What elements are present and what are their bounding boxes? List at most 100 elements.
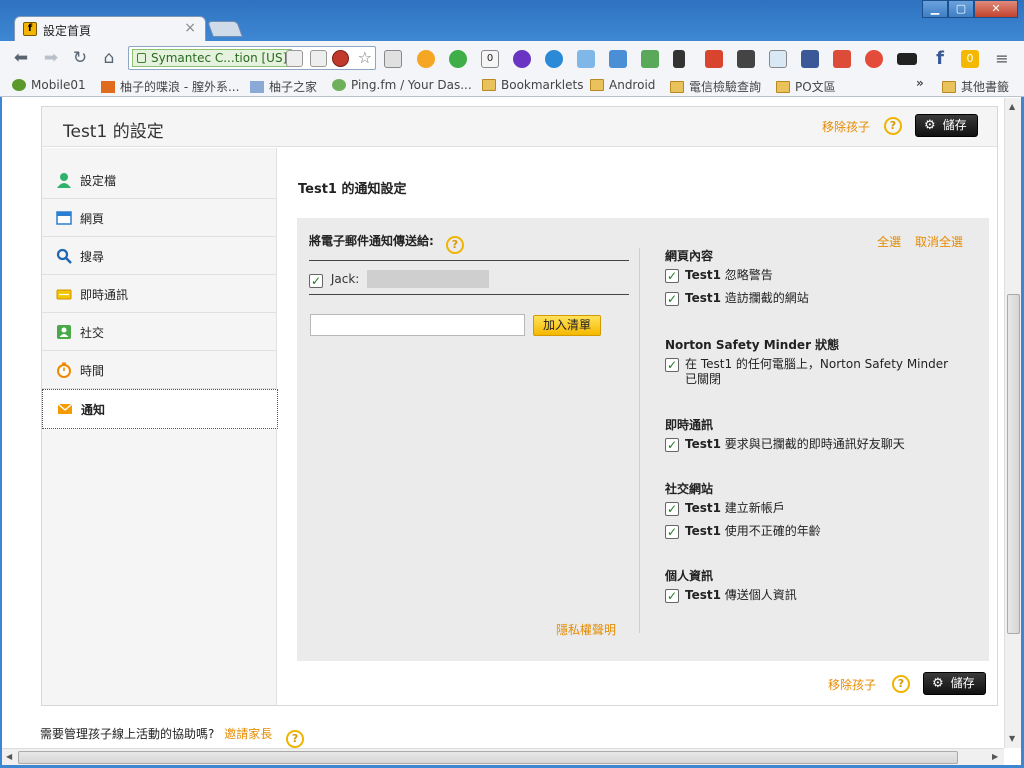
option-checkbox[interactable]: ✓	[665, 438, 679, 452]
calendar-extension-icon[interactable]	[384, 50, 402, 68]
remove-child-link-bottom[interactable]: 移除孩子	[828, 676, 876, 693]
forward-arrow-icon[interactable]: ➡	[41, 48, 61, 68]
google-plus-icon[interactable]	[833, 50, 851, 68]
home-icon[interactable]: ⌂	[99, 48, 119, 68]
maximize-button[interactable]: ▢	[948, 0, 974, 18]
save-button[interactable]: ⚙ 儲存	[915, 114, 978, 137]
group-title-nsm-status: Norton Safety Minder 狀態	[665, 338, 840, 352]
help-icon[interactable]: ?	[884, 117, 902, 135]
reload-icon[interactable]: ↻	[70, 48, 90, 68]
option-send-personal-info[interactable]: ✓ Test1 傳送個人資訊	[665, 588, 955, 603]
t-extension-icon[interactable]	[545, 50, 563, 68]
help-icon[interactable]: ?	[446, 236, 464, 254]
address-bar[interactable]: Symantec C...tion [US] ☆	[128, 46, 376, 70]
option-visit-blocked-site[interactable]: ✓ Test1 造訪攔截的網站	[665, 291, 955, 306]
select-all-link[interactable]: 全選	[877, 235, 901, 249]
parent-help-row: 需要管理孩子線上活動的協助嗎? 邀請家長 ?	[40, 725, 305, 748]
gear-icon: ⚙	[932, 676, 944, 691]
sidebar-item-notifications[interactable]: 通知	[42, 389, 278, 429]
option-ignore-warning[interactable]: ✓ Test1 忽略警告	[665, 268, 955, 283]
email-input[interactable]	[310, 314, 525, 336]
sidebar-item-search[interactable]: 搜尋	[42, 237, 277, 275]
new-tab-button[interactable]	[207, 21, 243, 37]
recipient-checkbox[interactable]: ✓	[309, 274, 323, 288]
page-action-icon[interactable]	[310, 50, 327, 67]
save-label: 儲存	[950, 676, 975, 690]
minimize-button[interactable]: ▁	[922, 0, 948, 18]
vertical-scroll-thumb[interactable]	[1007, 294, 1020, 634]
opera-extension-icon[interactable]	[513, 50, 531, 68]
bookmark-mobile01[interactable]: Mobile01	[12, 78, 86, 92]
sidebar-item-profile[interactable]: 設定檔	[42, 161, 277, 199]
scroll-left-arrow-icon[interactable]: ◀	[6, 752, 12, 761]
counter-extension-icon[interactable]: 0	[481, 50, 499, 68]
option-nsm-disabled[interactable]: ✓ 在 Test1 的任何電腦上，Norton Safety Minder 已關…	[665, 357, 955, 387]
group-title-im: 即時通訊	[665, 418, 714, 432]
option-checkbox[interactable]: ✓	[665, 292, 679, 306]
grid-extension-icon[interactable]	[609, 50, 627, 68]
option-checkbox[interactable]: ✓	[665, 525, 679, 539]
bookmark-po[interactable]: PO文區	[776, 78, 836, 95]
sidebar-item-im[interactable]: 即時通訊	[42, 275, 277, 313]
link-extension-icon[interactable]	[897, 53, 917, 65]
option-checkbox[interactable]: ✓	[665, 589, 679, 603]
p-extension-icon[interactable]	[705, 50, 723, 68]
image-extension-icon[interactable]	[577, 50, 595, 68]
scroll-right-arrow-icon[interactable]: ▶	[992, 752, 998, 761]
secure-site-indicator[interactable]: Symantec C...tion [US]	[132, 49, 293, 67]
bookmark-yuzu-blog[interactable]: 柚子的喋浪 - 膣外系...	[101, 78, 239, 95]
tab-close-icon[interactable]: ×	[184, 20, 196, 36]
other-bookmarks[interactable]: 其他書籤	[942, 78, 1009, 95]
back-arrow-icon[interactable]: ⬅	[11, 48, 31, 68]
scroll-up-arrow-icon[interactable]: ▲	[1009, 102, 1015, 111]
bookmark-android[interactable]: Android	[590, 78, 655, 92]
option-wrong-age[interactable]: ✓ Test1 使用不正確的年齡	[665, 524, 955, 539]
help-icon[interactable]: ?	[892, 675, 910, 693]
horizontal-scroll-thumb[interactable]	[18, 751, 958, 764]
bookmark-telecom[interactable]: 電信檢驗查詢	[670, 78, 761, 95]
window-controls: ▁ ▢ ✕	[922, 0, 1018, 18]
share-extension-icon[interactable]	[641, 50, 659, 68]
option-checkbox[interactable]: ✓	[665, 502, 679, 516]
remove-child-link[interactable]: 移除孩子	[822, 118, 870, 135]
add-to-list-button[interactable]: 加入清單	[533, 315, 602, 336]
facebook-icon[interactable]: f	[931, 50, 949, 68]
scroll-down-arrow-icon[interactable]: ▼	[1009, 734, 1015, 743]
red-circle-extension-icon[interactable]	[865, 50, 883, 68]
browser-tab[interactable]: f 設定首頁 ×	[14, 16, 206, 42]
option-new-account[interactable]: ✓ Test1 建立新帳戶	[665, 501, 955, 516]
circle-extension-icon[interactable]	[417, 50, 435, 68]
bookmarks-overflow-chevron-icon[interactable]: »	[916, 76, 924, 90]
green-extension-icon[interactable]	[449, 50, 467, 68]
bookmark-star-icon[interactable]: ☆	[358, 48, 372, 67]
site-icon	[12, 79, 26, 91]
bookmark-bookmarklets[interactable]: Bookmarklets	[482, 78, 583, 92]
screenshot-extension-icon[interactable]	[737, 50, 755, 68]
option-checkbox[interactable]: ✓	[665, 358, 679, 372]
sidebar-item-web[interactable]: 網頁	[42, 199, 277, 237]
sidebar-item-social[interactable]: 社交	[42, 313, 277, 351]
close-window-button[interactable]: ✕	[974, 0, 1018, 18]
horizontal-scrollbar[interactable]: ◀ ▶	[2, 748, 1004, 765]
page-title: Test1 的設定	[63, 122, 164, 142]
option-blocked-im-contact[interactable]: ✓ Test1 要求與已攔截的即時通訊好友聊天	[665, 437, 955, 452]
norton-family-icon: f	[23, 22, 37, 36]
invite-parent-link[interactable]: 邀請家長	[224, 727, 272, 741]
badge-extension-icon[interactable]: 0	[961, 50, 979, 68]
save-button-bottom[interactable]: ⚙ 儲存	[923, 672, 986, 695]
divider	[309, 260, 629, 261]
sidebar-item-time[interactable]: 時間	[42, 351, 277, 389]
phone-extension-icon[interactable]	[673, 50, 685, 68]
block-icon[interactable]	[332, 50, 349, 67]
menu-icon[interactable]: ≡	[993, 50, 1011, 68]
option-checkbox[interactable]: ✓	[665, 269, 679, 283]
bookmark-pingfm[interactable]: Ping.fm / Your Das...	[332, 78, 472, 92]
privacy-statement-link[interactable]: 隱私權聲明	[556, 621, 616, 638]
vertical-scrollbar[interactable]: ▲ ▼	[1004, 98, 1021, 748]
like-extension-icon[interactable]	[801, 50, 819, 68]
speech-bubble-icon[interactable]	[286, 50, 303, 67]
bookmark-yuzu-home[interactable]: 柚子之家	[250, 78, 317, 95]
help-icon[interactable]: ?	[286, 730, 305, 748]
deselect-all-link[interactable]: 取消全選	[915, 235, 963, 249]
document-extension-icon[interactable]	[769, 50, 787, 68]
